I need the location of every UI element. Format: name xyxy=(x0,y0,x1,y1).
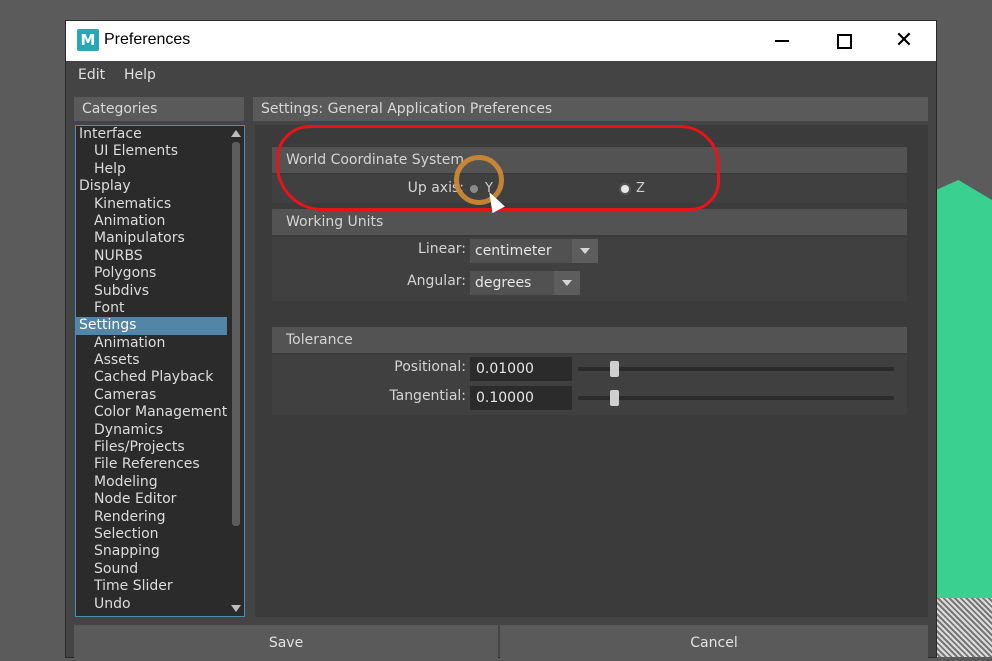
category-item[interactable]: Polygons xyxy=(76,265,244,282)
scroll-down-icon[interactable] xyxy=(231,605,241,612)
minimize-button[interactable] xyxy=(754,21,810,61)
tolerance-section: Positional: 0.01000 Tangential: 0.10000 xyxy=(272,355,907,415)
positional-slider[interactable] xyxy=(578,361,894,377)
linear-unit-value: centimeter xyxy=(475,243,552,259)
chevron-down-icon xyxy=(554,271,580,295)
angular-label: Angular: xyxy=(407,273,466,289)
preferences-window: M Preferences ✕ Edit Help Categories Int… xyxy=(66,21,936,661)
viewport-background xyxy=(936,180,992,600)
category-item[interactable]: Kinematics xyxy=(76,196,244,213)
positional-slider-handle[interactable] xyxy=(609,361,619,377)
chevron-down-icon xyxy=(572,239,598,263)
tolerance-section-header[interactable]: Tolerance xyxy=(272,327,907,353)
tangential-slider-handle[interactable] xyxy=(609,390,619,406)
category-item[interactable]: Sound xyxy=(76,561,244,578)
settings-panel: World Coordinate System Up axis: Y Z Wor… xyxy=(255,125,928,617)
working-units-section: Linear: centimeter Angular: degrees xyxy=(272,237,907,301)
category-item[interactable]: Modeling xyxy=(76,474,244,491)
category-item[interactable]: Dynamics xyxy=(76,422,244,439)
category-item[interactable]: Files/Projects xyxy=(76,439,244,456)
category-item[interactable]: Cached Playback xyxy=(76,369,244,386)
tangential-slider[interactable] xyxy=(578,390,894,406)
scroll-thumb[interactable] xyxy=(232,142,240,526)
category-item[interactable]: Rendering xyxy=(76,509,244,526)
viewport-mesh xyxy=(936,598,992,657)
category-item[interactable]: Animation xyxy=(76,213,244,230)
category-item[interactable]: Node Editor xyxy=(76,491,244,508)
linear-unit-dropdown[interactable]: centimeter xyxy=(470,239,598,263)
category-item[interactable]: Assets xyxy=(76,352,244,369)
cancel-button[interactable]: Cancel xyxy=(500,625,928,661)
maximize-icon xyxy=(836,33,852,49)
menu-edit[interactable]: Edit xyxy=(78,67,105,83)
category-item[interactable]: Subdivs xyxy=(76,283,244,300)
category-item[interactable]: File References xyxy=(76,456,244,473)
close-icon: ✕ xyxy=(894,28,914,53)
working-units-section-header[interactable]: Working Units xyxy=(272,209,907,235)
close-button[interactable]: ✕ xyxy=(876,21,932,61)
category-item[interactable]: Color Management xyxy=(76,404,244,421)
minimize-icon xyxy=(775,40,789,42)
category-item[interactable]: Time Slider xyxy=(76,578,244,595)
scroll-up-icon[interactable] xyxy=(231,130,241,137)
category-item[interactable]: Selection xyxy=(76,526,244,543)
linear-label: Linear: xyxy=(418,241,466,257)
category-item[interactable]: Undo xyxy=(76,596,244,613)
category-item[interactable]: Cameras xyxy=(76,387,244,404)
angular-unit-dropdown[interactable]: degrees xyxy=(470,271,580,295)
positional-label: Positional: xyxy=(394,359,466,375)
title-bar: M Preferences ✕ xyxy=(66,21,936,61)
category-item[interactable]: Interface xyxy=(76,126,244,143)
category-item[interactable]: Display xyxy=(76,178,244,195)
category-item[interactable]: Snapping xyxy=(76,543,244,560)
category-item[interactable]: Manipulators xyxy=(76,230,244,247)
menu-help[interactable]: Help xyxy=(124,67,156,83)
category-item[interactable]: UI Elements xyxy=(76,143,244,160)
tangential-label: Tangential: xyxy=(389,388,466,404)
maya-logo-icon: M xyxy=(77,29,99,51)
category-item[interactable]: Font xyxy=(76,300,244,317)
maximize-button[interactable] xyxy=(816,21,872,61)
category-item[interactable]: Settings xyxy=(76,317,227,335)
save-button[interactable]: Save xyxy=(74,625,498,661)
positional-field[interactable]: 0.01000 xyxy=(470,357,572,381)
category-item[interactable]: Help xyxy=(76,161,244,178)
categories-header: Categories xyxy=(74,97,244,121)
category-item[interactable]: NURBS xyxy=(76,248,244,265)
category-item[interactable]: Animation xyxy=(76,335,244,352)
categories-scrollbar[interactable] xyxy=(230,128,242,614)
tangential-field[interactable]: 0.10000 xyxy=(470,386,572,410)
menu-bar: Edit Help xyxy=(66,61,936,89)
categories-list[interactable]: Interface UI Elements Help Display Kinematic… xyxy=(75,125,245,617)
angular-unit-value: degrees xyxy=(475,275,532,291)
settings-header: Settings: General Application Preference… xyxy=(253,97,928,121)
window-title: Preferences xyxy=(104,31,191,48)
